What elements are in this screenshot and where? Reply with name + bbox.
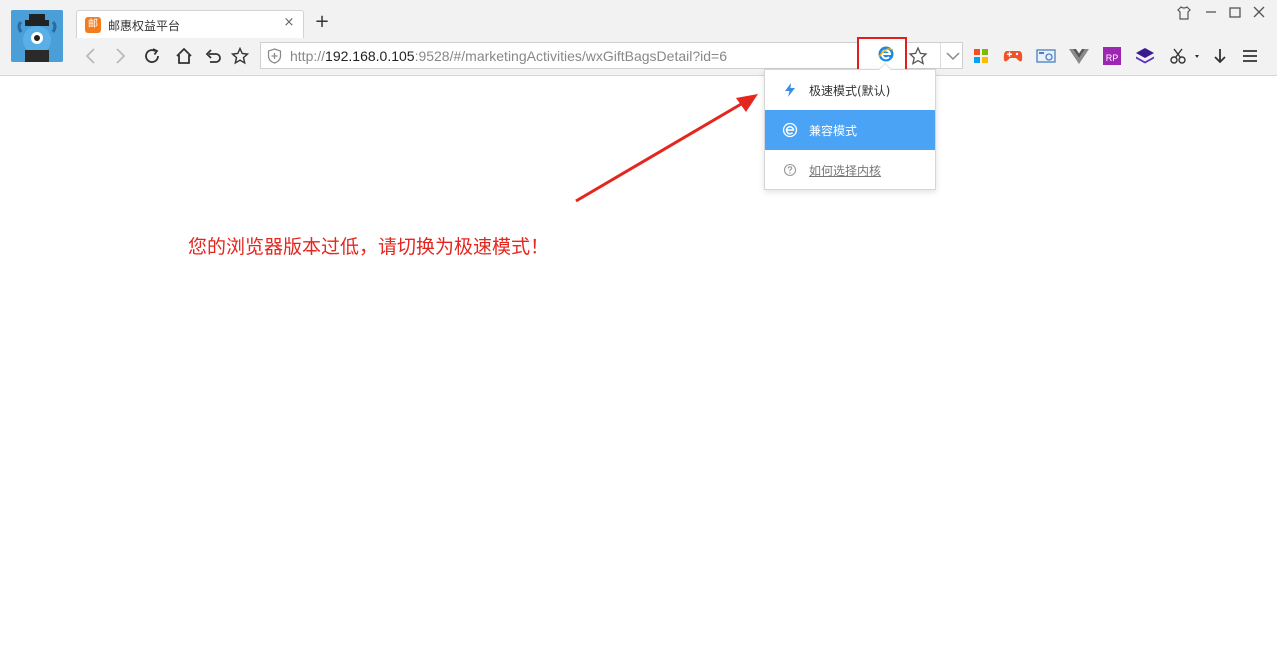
avatar[interactable] (11, 10, 63, 62)
minimize-icon (1206, 11, 1216, 13)
bookmark-button[interactable] (908, 45, 928, 67)
favorite-button[interactable] (230, 45, 250, 67)
menu-item-how-to-choose[interactable]: 如何选择内核 (765, 150, 935, 190)
star-icon (231, 47, 249, 65)
url-path: :9528/#/marketingActivities/wxGiftBagsDe… (414, 48, 727, 64)
tab-favicon: 邮 (85, 17, 101, 33)
menu-item-label: 极速模式(默认) (809, 84, 891, 98)
menu-item-label: 兼容模式 (809, 124, 858, 138)
skin-button[interactable] (1176, 6, 1192, 22)
help-icon (783, 163, 797, 177)
browser-version-warning: 您的浏览器版本过低，请切换为极速模式！ (188, 236, 550, 258)
axure-rp-extension-button[interactable]: RP (1101, 45, 1123, 67)
engine-switch-button[interactable] (877, 45, 895, 63)
address-dropdown-button[interactable] (943, 45, 963, 67)
forward-button[interactable] (110, 45, 130, 67)
svg-text:RP: RP (1106, 53, 1119, 63)
main-menu-button[interactable] (1239, 45, 1261, 67)
engine-mode-menu: 极速模式(默认) 兼容模式 如何选择内核 (764, 69, 936, 190)
menu-item-compat-mode[interactable]: 兼容模式 (765, 110, 935, 150)
annotation-arrow-icon (575, 94, 758, 203)
layers-icon (1136, 48, 1154, 64)
download-icon (1214, 49, 1226, 64)
star-icon (908, 46, 928, 65)
chevron-down-icon (946, 52, 960, 61)
home-icon (176, 47, 192, 64)
layers-extension-button[interactable] (1134, 45, 1156, 67)
address-bar[interactable]: http://192.168.0.105:9528/#/marketingAct… (260, 42, 860, 69)
scissors-icon (1170, 48, 1199, 64)
lightning-icon (785, 83, 795, 97)
menu-item-label[interactable]: 如何选择内核 (809, 162, 881, 179)
close-window-button[interactable] (1251, 6, 1267, 22)
close-icon (1253, 6, 1265, 18)
address-divider (940, 43, 941, 68)
maximize-icon (1229, 7, 1241, 18)
new-tab-button[interactable]: + (313, 13, 331, 31)
undo-close-tab-button[interactable] (203, 45, 223, 67)
vue-icon (1069, 49, 1089, 64)
screenshot-icon (1036, 49, 1056, 63)
apps-icon (974, 49, 988, 63)
ie-icon (878, 46, 894, 62)
screenshot-extension-button[interactable] (1035, 45, 1057, 67)
game-extension-button[interactable] (1002, 45, 1024, 67)
browser-tab[interactable]: 邮 邮惠权益平台 × (76, 10, 304, 38)
tab-close-button[interactable]: × (283, 16, 295, 29)
robot-avatar-icon (11, 10, 63, 62)
download-button[interactable] (1209, 45, 1231, 67)
shirt-icon (1177, 6, 1191, 20)
tab-title: 邮惠权益平台 (108, 19, 181, 33)
url-text[interactable]: http://192.168.0.105:9528/#/marketingAct… (290, 48, 727, 64)
reload-button[interactable] (142, 45, 162, 67)
url-host: 192.168.0.105 (325, 48, 415, 64)
url-scheme: http:// (290, 48, 326, 64)
shield-icon (267, 48, 282, 64)
ie-icon (782, 122, 798, 138)
screenshot-scissors-button[interactable] (1168, 45, 1202, 67)
back-button[interactable] (81, 45, 101, 67)
forward-icon (116, 48, 126, 64)
back-icon (85, 48, 95, 64)
reload-icon (145, 48, 159, 63)
home-button[interactable] (174, 45, 194, 67)
menu-icon (1243, 50, 1257, 62)
vue-devtools-button[interactable] (1068, 45, 1090, 67)
menu-caret-inner (879, 64, 891, 70)
undo-close-tab-icon (205, 49, 221, 63)
game-icon (1003, 51, 1023, 62)
apps-extension-button[interactable] (970, 45, 992, 67)
axure-rp-icon: RP (1103, 47, 1121, 65)
minimize-button[interactable] (1203, 6, 1219, 22)
maximize-button[interactable] (1227, 6, 1243, 22)
menu-item-fast-mode[interactable]: 极速模式(默认) (765, 70, 935, 110)
